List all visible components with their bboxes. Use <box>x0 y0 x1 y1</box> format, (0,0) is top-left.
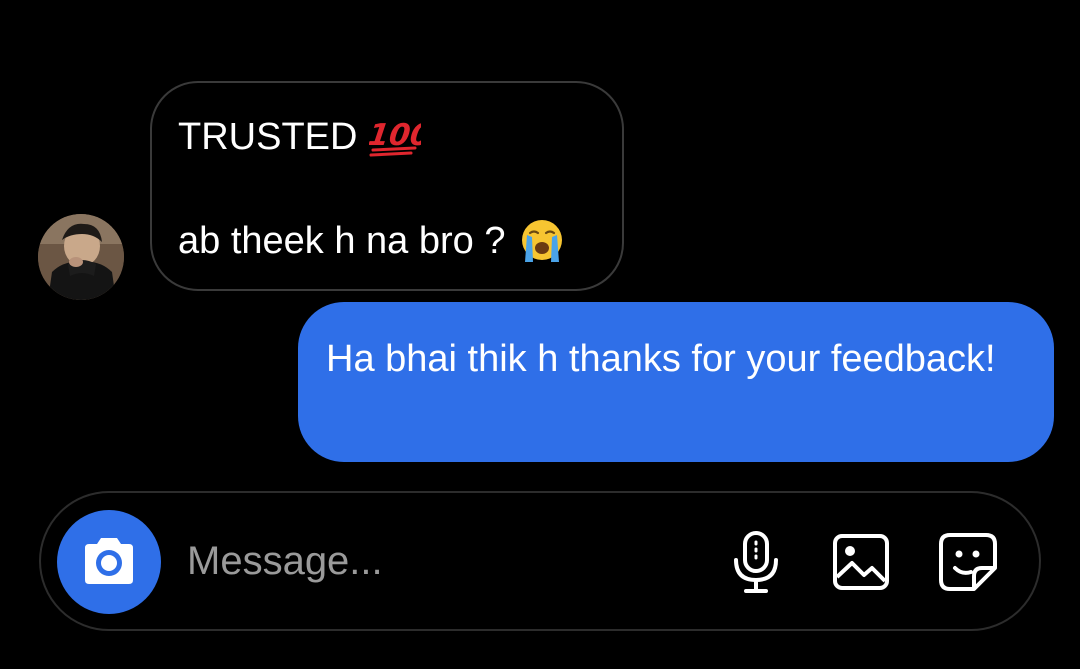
voice-message-button[interactable] <box>724 530 788 594</box>
sticker-icon <box>939 533 997 591</box>
incoming-message-line: TRUSTED 100 <box>178 111 596 163</box>
outgoing-message-bubble[interactable]: Ha bhai thik h thanks for your feedback! <box>298 302 1054 462</box>
camera-button[interactable] <box>57 510 161 614</box>
message-input[interactable] <box>187 531 687 591</box>
incoming-message-text: TRUSTED <box>178 116 358 158</box>
microphone-icon <box>734 531 778 593</box>
hundred-points-emoji-icon: 100 <box>366 117 434 157</box>
avatar-photo <box>38 214 124 300</box>
crying-face-emoji-icon <box>519 218 565 264</box>
incoming-message-line: ab theek h na bro ? <box>178 215 596 267</box>
incoming-message-text: ab theek h na bro ? <box>178 220 506 262</box>
sender-avatar[interactable] <box>38 214 124 300</box>
gallery-button[interactable] <box>829 530 893 594</box>
gallery-icon <box>833 534 889 590</box>
camera-icon <box>85 538 133 584</box>
sticker-button[interactable] <box>936 530 1000 594</box>
incoming-message-bubble[interactable]: TRUSTED 100 ab theek h na bro ? <box>150 81 624 291</box>
message-composer <box>39 491 1041 631</box>
outgoing-message-text: Ha bhai thik h thanks for your feedback! <box>326 338 996 380</box>
